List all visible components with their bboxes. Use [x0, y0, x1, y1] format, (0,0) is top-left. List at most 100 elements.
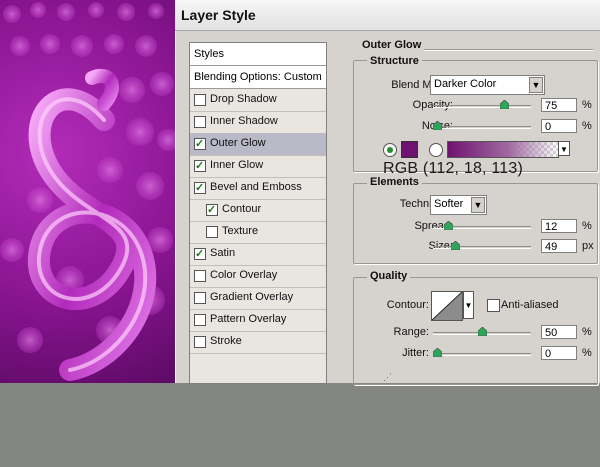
noise-unit: %	[582, 120, 592, 132]
blend-mode-value: Darker Color	[434, 78, 497, 90]
style-item-label: Texture	[222, 225, 259, 237]
style-item[interactable]: ✓ Contour	[190, 199, 326, 222]
resize-grip-icon[interactable]: ⋰	[383, 372, 392, 383]
styles-list: Styles Blending Options: Custom Drop Sha…	[189, 42, 327, 384]
style-item-checkbox[interactable]: ✓	[206, 204, 218, 216]
checkmark-icon: ✓	[195, 138, 205, 150]
dialog-title: Layer Style	[181, 7, 256, 23]
quality-title: Quality	[367, 270, 411, 282]
jitter-value: 0	[545, 348, 552, 360]
style-item-label: Inner Glow	[210, 159, 264, 171]
style-item[interactable]: Drop Shadow	[190, 89, 326, 112]
checkmark-icon: ✓	[195, 248, 205, 260]
style-item[interactable]: ✓ Bevel and Emboss	[190, 177, 326, 200]
style-item[interactable]: ✓ Inner Glow	[190, 155, 326, 178]
jitter-slider-thumb[interactable]	[433, 348, 442, 357]
style-item-label: Outer Glow	[210, 137, 266, 149]
solid-color-radio[interactable]	[383, 143, 397, 157]
structure-title: Structure	[367, 55, 422, 67]
contour-curve-icon	[431, 291, 463, 321]
style-item-checkbox[interactable]	[206, 226, 218, 238]
opacity-field[interactable]: 75	[541, 98, 577, 112]
style-item[interactable]: Color Overlay	[190, 265, 326, 288]
jitter-unit: %	[582, 347, 592, 359]
size-field[interactable]: 49	[541, 239, 577, 253]
radio-dot-icon	[387, 147, 393, 153]
style-item[interactable]: Inner Shadow	[190, 111, 326, 134]
jitter-label: Jitter:	[402, 347, 429, 359]
opacity-value: 75	[545, 100, 558, 112]
style-item[interactable]: Gradient Overlay	[190, 287, 326, 310]
chevron-down-icon: ▼	[471, 197, 485, 213]
style-item[interactable]: ✓ Outer Glow	[190, 133, 326, 156]
blending-options-label: Blending Options: Custom	[194, 71, 322, 83]
style-item-checkbox[interactable]	[194, 116, 206, 128]
styles-header[interactable]: Styles	[190, 43, 326, 66]
spread-value: 12	[545, 221, 558, 233]
spread-field[interactable]: 12	[541, 219, 577, 233]
style-item-label: Drop Shadow	[210, 93, 277, 105]
glow-color-swatch[interactable]	[401, 141, 418, 158]
canvas-artwork	[0, 0, 178, 383]
noise-slider-thumb[interactable]	[433, 121, 442, 130]
anti-aliased-label: Anti-aliased	[501, 299, 559, 311]
spread-slider-thumb[interactable]	[443, 221, 453, 230]
styles-header-label: Styles	[194, 48, 224, 60]
chevron-down-icon[interactable]: ▼	[463, 291, 474, 319]
noise-slider-track[interactable]	[433, 126, 531, 129]
opacity-unit: %	[582, 99, 592, 111]
rgb-value-annotation: RGB (112, 18, 113)	[383, 160, 523, 177]
noise-field[interactable]: 0	[541, 119, 577, 133]
style-item-checkbox[interactable]: ✓	[194, 138, 206, 150]
style-item-checkbox[interactable]	[194, 94, 206, 106]
style-item-checkbox[interactable]	[194, 292, 206, 304]
outer-glow-title: Outer Glow	[359, 39, 425, 51]
dialog-titlebar: Layer Style	[175, 0, 600, 31]
style-item-checkbox[interactable]: ✓	[194, 248, 206, 260]
chevron-down-icon[interactable]: ▼	[558, 141, 570, 156]
style-item-checkbox[interactable]: ✓	[194, 160, 206, 172]
style-item-label: Bevel and Emboss	[210, 181, 302, 193]
style-item-label: Color Overlay	[210, 269, 278, 281]
style-item-label: Satin	[210, 247, 236, 259]
contour-label: Contour:	[386, 299, 429, 311]
style-item[interactable]: Pattern Overlay	[190, 309, 326, 332]
spread-unit: %	[582, 220, 592, 232]
style-item[interactable]: Texture	[190, 221, 326, 244]
blend-mode-select[interactable]: Darker Color ▼	[430, 75, 545, 95]
checkmark-icon: ✓	[207, 204, 217, 216]
size-unit: px	[582, 240, 594, 252]
gradient-preview[interactable]	[447, 141, 559, 158]
anti-aliased-checkbox[interactable]	[487, 299, 500, 312]
size-slider-track[interactable]	[433, 246, 531, 249]
jitter-field[interactable]: 0	[541, 346, 577, 360]
style-item[interactable]: Stroke	[190, 331, 326, 354]
style-item-checkbox[interactable]: ✓	[194, 182, 206, 194]
checkmark-icon: ✓	[195, 182, 205, 194]
style-item-label: Gradient Overlay	[210, 291, 294, 303]
style-item[interactable]: ✓ Satin	[190, 243, 326, 266]
range-field[interactable]: 50	[541, 325, 577, 339]
style-item-label: Contour	[222, 203, 262, 215]
opacity-slider-track[interactable]	[433, 105, 531, 108]
size-slider-thumb[interactable]	[450, 241, 460, 250]
blending-options-item[interactable]: Blending Options: Custom	[190, 66, 326, 89]
style-item-checkbox[interactable]	[194, 336, 206, 348]
layer-style-dialog: Layer Style Styles Blending Options: Cus…	[175, 0, 600, 385]
opacity-slider-thumb[interactable]	[499, 100, 509, 109]
chevron-down-icon: ▼	[529, 77, 543, 93]
style-item-label: Pattern Overlay	[210, 313, 287, 325]
style-item-checkbox[interactable]	[194, 270, 206, 282]
style-item-checkbox[interactable]	[194, 314, 206, 326]
noise-value: 0	[545, 121, 552, 133]
range-label: Range:	[393, 326, 429, 338]
range-value: 50	[545, 327, 558, 339]
range-slider-thumb[interactable]	[477, 327, 487, 336]
style-item-label: Inner Shadow	[210, 115, 278, 127]
technique-value: Softer	[434, 198, 464, 210]
jitter-slider-track[interactable]	[433, 353, 531, 356]
artwork-image	[0, 2, 178, 381]
technique-select[interactable]: Softer ▼	[430, 195, 487, 215]
gradient-radio[interactable]	[429, 143, 443, 157]
contour-preview[interactable]	[431, 291, 463, 321]
